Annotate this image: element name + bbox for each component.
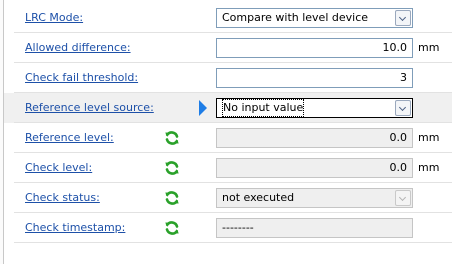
- check-status-dropdown: not executed: [216, 188, 413, 208]
- lrc-mode-dropdown[interactable]: Compare with level device: [216, 8, 413, 28]
- reference-level-value: 0.0: [389, 131, 408, 144]
- check-level-field: 0.0: [216, 158, 413, 178]
- refresh-icon[interactable]: [164, 160, 180, 176]
- reference-level-label[interactable]: Reference level:: [25, 123, 114, 153]
- chevron-down-icon[interactable]: [395, 10, 411, 26]
- row-lrc-mode: LRC Mode: Compare with level device: [4, 3, 452, 33]
- check-level-label[interactable]: Check level:: [25, 153, 92, 183]
- check-level-unit: mm: [418, 161, 440, 174]
- row-allowed-difference: Allowed difference: 10.0 mm: [4, 33, 452, 63]
- row-divider: [14, 242, 452, 243]
- check-timestamp-value: --------: [222, 221, 254, 234]
- allowed-difference-unit: mm: [418, 41, 440, 54]
- lrc-mode-label[interactable]: LRC Mode:: [25, 3, 83, 33]
- lrc-mode-value: Compare with level device: [222, 11, 369, 24]
- refresh-icon[interactable]: [164, 130, 180, 146]
- check-level-value: 0.0: [389, 161, 408, 174]
- pointer-arrow-icon: [199, 100, 207, 116]
- parameter-panel: LRC Mode: Compare with level device Allo…: [3, 0, 452, 264]
- reference-level-field: 0.0: [216, 128, 413, 148]
- row-check-level: Check level: 0.0 mm: [4, 153, 452, 183]
- check-status-label[interactable]: Check status:: [25, 183, 100, 213]
- allowed-difference-input[interactable]: 10.0: [216, 38, 413, 58]
- refresh-icon[interactable]: [164, 190, 180, 206]
- check-fail-threshold-label[interactable]: Check fail threshold:: [25, 63, 138, 93]
- row-check-status: Check status: not executed: [4, 183, 452, 213]
- check-fail-threshold-input[interactable]: 3: [216, 68, 413, 88]
- row-reference-level: Reference level: 0.0 mm: [4, 123, 452, 153]
- reference-level-unit: mm: [418, 131, 440, 144]
- reference-level-source-dropdown[interactable]: No input value: [216, 98, 413, 118]
- check-fail-threshold-value: 3: [400, 71, 407, 84]
- reference-level-source-value: No input value: [222, 99, 305, 117]
- row-check-timestamp: Check timestamp: --------: [4, 213, 452, 243]
- allowed-difference-value: 10.0: [382, 41, 408, 54]
- row-reference-level-source: Reference level source: No input value: [4, 93, 452, 123]
- allowed-difference-label[interactable]: Allowed difference:: [25, 33, 131, 63]
- reference-level-source-label[interactable]: Reference level source:: [25, 93, 154, 123]
- check-status-value: not executed: [222, 191, 295, 204]
- row-check-fail-threshold: Check fail threshold: 3: [4, 63, 452, 93]
- refresh-icon[interactable]: [164, 220, 180, 236]
- chevron-down-icon[interactable]: [395, 100, 411, 116]
- check-timestamp-field: --------: [216, 218, 413, 238]
- check-timestamp-label[interactable]: Check timestamp:: [25, 213, 125, 243]
- chevron-down-icon: [395, 190, 411, 206]
